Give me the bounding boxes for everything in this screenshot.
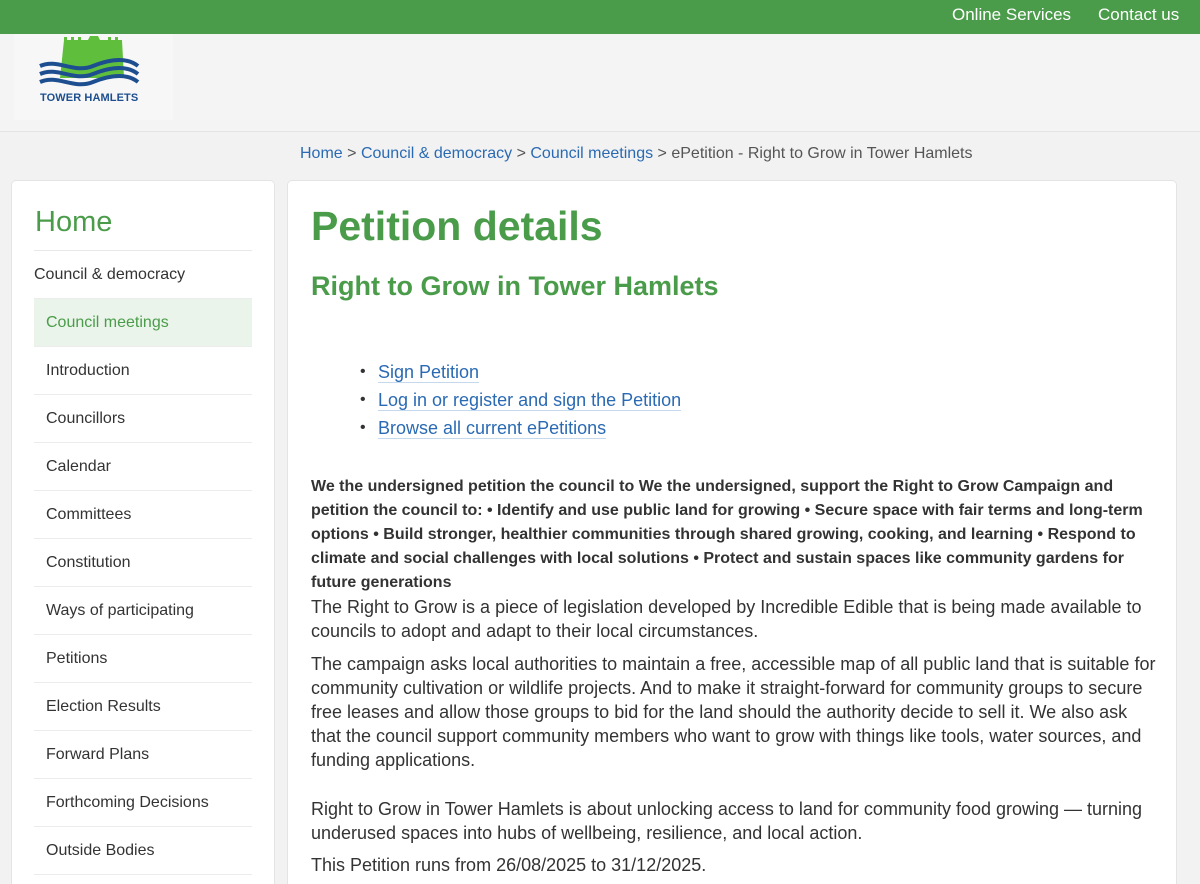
contact-us-link[interactable]: Contact us <box>1098 5 1179 25</box>
sidebar-item-council-democracy[interactable]: Council & democracy <box>34 251 252 299</box>
site-header: TOWER HAMLETS <box>0 34 1200 132</box>
sidebar-item-calendar[interactable]: Calendar <box>34 443 252 491</box>
list-item: Sign Petition <box>360 360 681 388</box>
petition-actions-list: Sign Petition Log in or register and sig… <box>360 360 682 444</box>
page-title: Petition details <box>311 203 603 249</box>
petition-title: Right to Grow in Tower Hamlets <box>311 271 719 301</box>
sidebar-item-committees[interactable]: Committees <box>34 491 252 539</box>
top-bar: Online Services Contact us <box>0 0 1200 34</box>
breadcrumb-council-democracy[interactable]: Council & democracy <box>361 145 512 162</box>
main-content: Petition details Right to Grow in Tower … <box>287 180 1177 884</box>
sidebar-item-councillors[interactable]: Councillors <box>34 395 252 443</box>
sidebar-item-introduction[interactable]: Introduction <box>34 347 252 395</box>
sidebar-home-link[interactable]: Home <box>35 206 112 239</box>
sidebar-item-forthcoming-decisions[interactable]: Forthcoming Decisions <box>34 779 252 827</box>
logo-text: TOWER HAMLETS <box>40 92 139 104</box>
online-services-link[interactable]: Online Services <box>952 5 1071 25</box>
sidebar-item-forward-plans[interactable]: Forward Plans <box>34 731 252 779</box>
list-item: Browse all current ePetitions <box>360 416 681 444</box>
sidebar-item-constitution[interactable]: Constitution <box>34 539 252 587</box>
sidebar-item-petitions[interactable]: Petitions <box>34 635 252 683</box>
tower-hamlets-logo[interactable]: TOWER HAMLETS <box>14 34 173 120</box>
browse-epetitions-link[interactable]: Browse all current ePetitions <box>378 418 607 439</box>
sidebar-nav: Home Council & democracy Council meeting… <box>11 180 275 884</box>
petition-paragraph-3: Right to Grow in Tower Hamlets is about … <box>311 799 1143 843</box>
breadcrumb-separator: > <box>516 145 526 162</box>
sidebar-item-outside-bodies[interactable]: Outside Bodies <box>34 827 252 875</box>
logo-emblem-icon <box>39 36 140 87</box>
petition-statement: We the undersigned petition the council … <box>311 478 1143 591</box>
sidebar-item-election-results[interactable]: Election Results <box>34 683 252 731</box>
breadcrumb-separator: > <box>657 145 667 162</box>
list-item: Log in or register and sign the Petition <box>360 388 682 416</box>
login-register-sign-link[interactable]: Log in or register and sign the Petition <box>378 390 682 411</box>
sidebar-item-council-meetings[interactable]: Council meetings <box>34 299 252 347</box>
sidebar-item-ways-of-participating[interactable]: Ways of participating <box>34 587 252 635</box>
breadcrumb: Home > Council & democracy > Council mee… <box>300 145 973 163</box>
petition-paragraph-2: The campaign asks local authorities to m… <box>311 654 1156 770</box>
petition-paragraph-1: The Right to Grow is a piece of legislat… <box>311 597 1142 641</box>
breadcrumb-council-meetings[interactable]: Council meetings <box>530 145 653 162</box>
sign-petition-link[interactable]: Sign Petition <box>378 362 480 383</box>
breadcrumb-separator: > <box>347 145 357 162</box>
breadcrumb-home[interactable]: Home <box>300 145 343 162</box>
petition-dates: This Petition runs from 26/08/2025 to 31… <box>311 855 707 875</box>
breadcrumb-current: ePetition - Right to Grow in Tower Hamle… <box>671 145 973 162</box>
